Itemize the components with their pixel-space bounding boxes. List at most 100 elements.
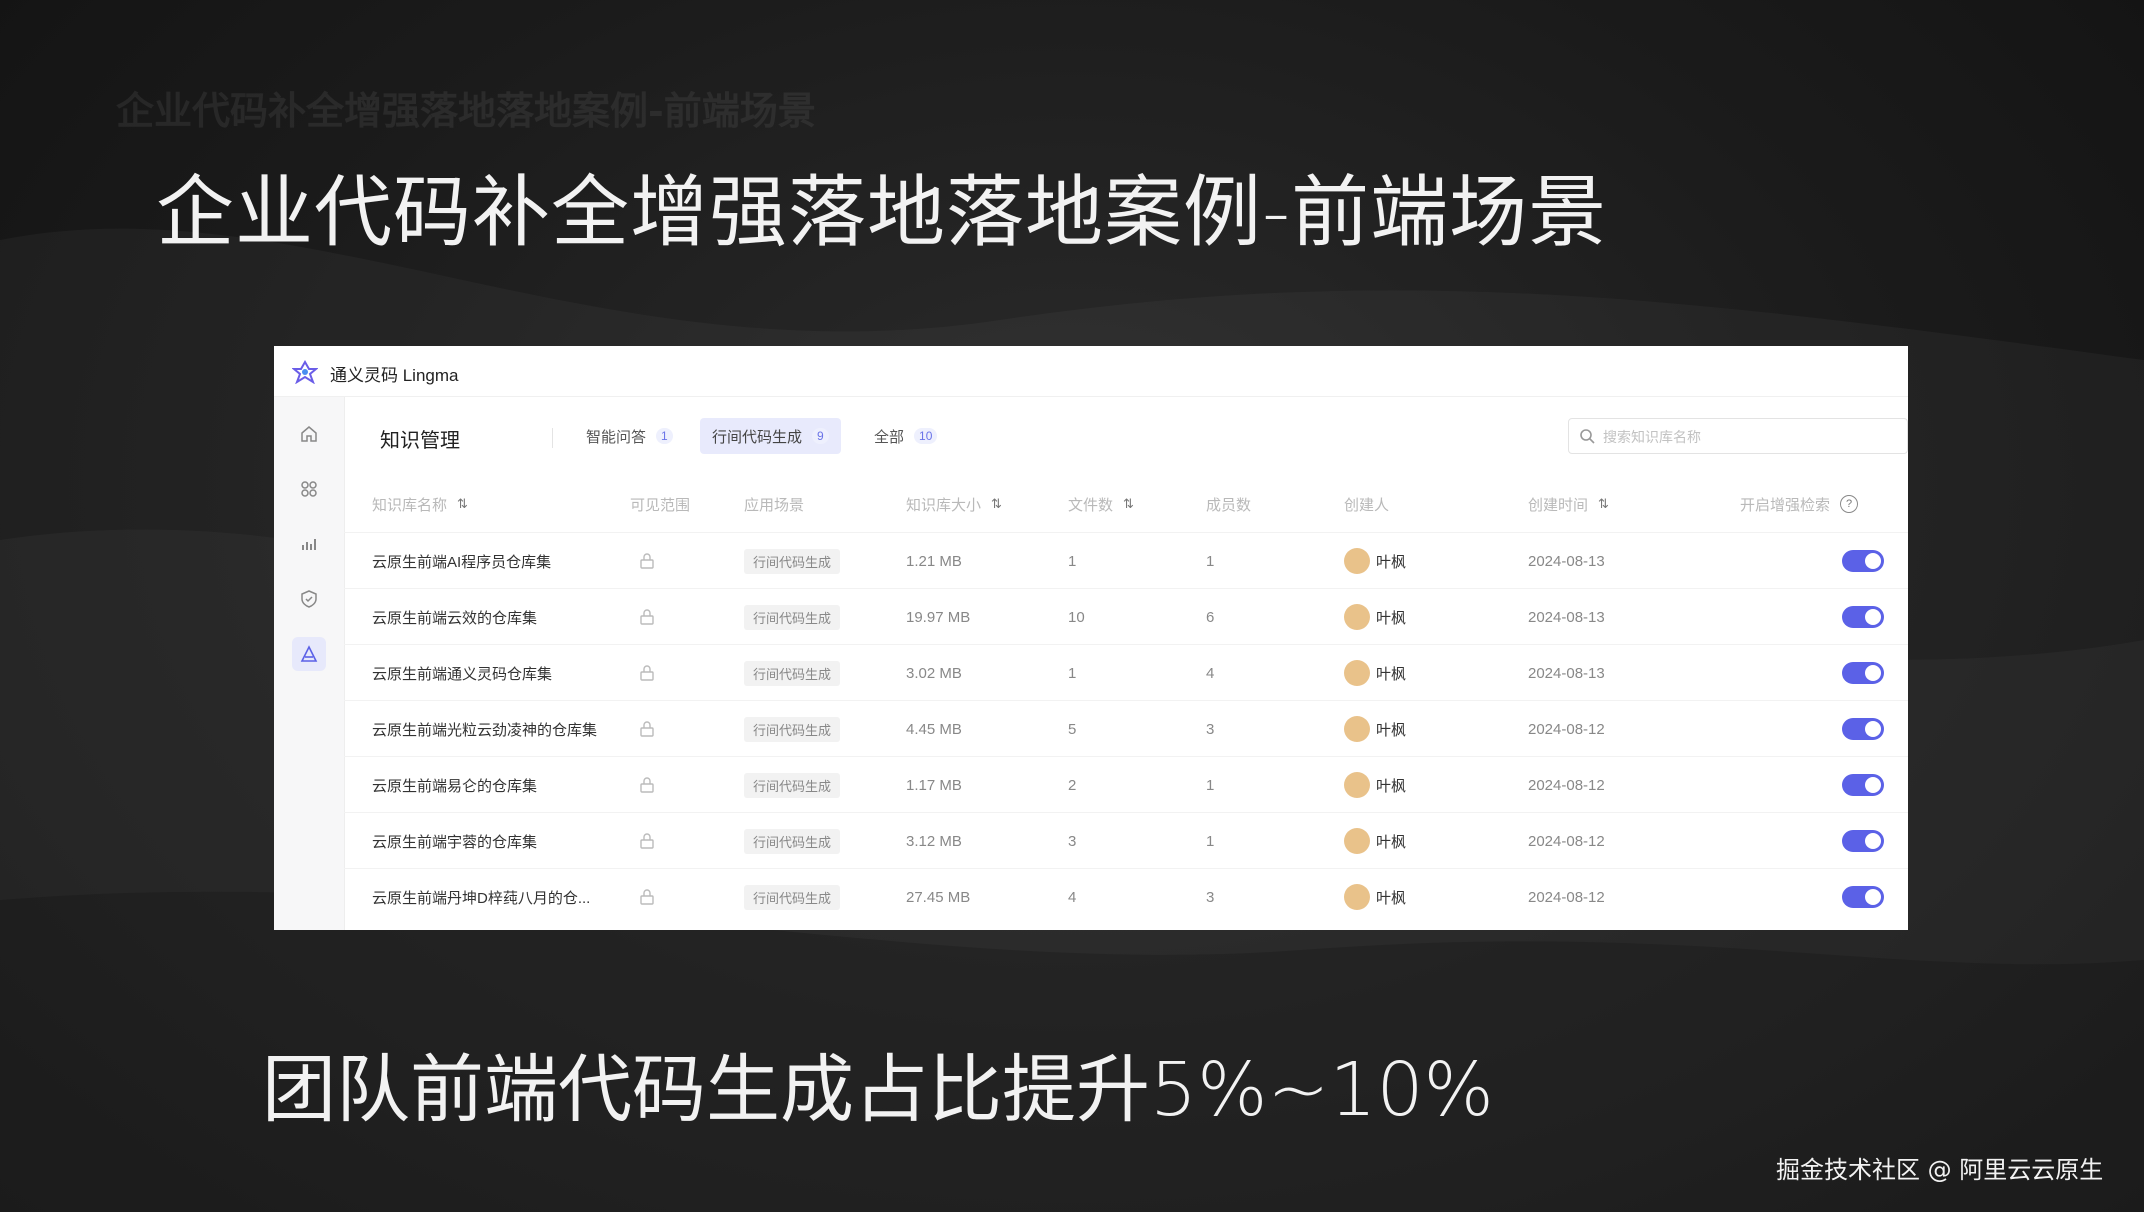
th-date[interactable]: 创建时间 ⇅ — [1528, 476, 1609, 532]
enhanced-search-toggle[interactable] — [1842, 774, 1884, 796]
table-header: 知识库名称 ⇅ 可见范围 应用场景 知识库大小 ⇅ 文件数 ⇅ 成员数 创建人 创建时… — [344, 476, 1908, 532]
lock-icon — [638, 813, 656, 869]
row-scene: 行间代码生成 — [744, 757, 841, 813]
app-name: 通义灵码 Lingma — [330, 366, 459, 385]
table-row[interactable]: 云原生前端通义灵码仓库集 行间代码生成 3.02 MB 1 4 叶枫 2024-… — [344, 644, 1908, 701]
row-creator: 叶枫 — [1344, 533, 1406, 589]
lingma-app-screenshot: 通义灵码 Lingma 知识管理 智能问答 1 行间代码生成 9 全部 10 搜… — [274, 346, 1908, 930]
lock-icon — [638, 869, 656, 925]
row-name[interactable]: 云原生前端易仑的仓库集 — [372, 757, 537, 813]
enhanced-search-toggle[interactable] — [1842, 830, 1884, 852]
enhanced-search-toggle[interactable] — [1842, 718, 1884, 740]
home-icon — [301, 426, 317, 442]
sidebar — [274, 397, 345, 930]
row-size: 3.02 MB — [906, 664, 962, 682]
help-icon[interactable]: ? — [1840, 495, 1859, 513]
avatar — [1344, 716, 1370, 742]
tab-label: 行间代码生成 — [712, 428, 803, 446]
section-title: 知识管理 — [380, 430, 460, 452]
th-enhanced-search: 开启增强检索? — [1740, 476, 1859, 532]
tab-count: 10 — [914, 428, 938, 444]
sidebar-knowledge[interactable] — [292, 637, 326, 671]
row-toggle-cell — [1842, 757, 1884, 813]
row-scene: 行间代码生成 — [744, 813, 841, 869]
th-members: 成员数 — [1206, 496, 1252, 514]
table-row[interactable]: 云原生前端云效的仓库集 行间代码生成 19.97 MB 10 6 叶枫 2024… — [344, 588, 1908, 645]
row-files: 1 — [1068, 552, 1077, 570]
lingma-logo-icon — [292, 360, 318, 384]
row-files: 2 — [1068, 776, 1077, 794]
row-date: 2024-08-12 — [1528, 832, 1605, 850]
row-scene: 行间代码生成 — [744, 869, 841, 925]
row-members: 4 — [1206, 664, 1215, 682]
enhanced-search-toggle[interactable] — [1842, 550, 1884, 572]
row-size: 4.45 MB — [906, 720, 962, 738]
table-row[interactable]: 云原生前端易仑的仓库集 行间代码生成 1.17 MB 2 1 叶枫 2024-0… — [344, 756, 1908, 813]
tab-count: 9 — [812, 428, 829, 444]
tab-label: 全部 — [874, 428, 905, 446]
search-input[interactable] — [1601, 425, 1901, 449]
th-name[interactable]: 知识库名称 ⇅ — [372, 476, 468, 532]
row-scene: 行间代码生成 — [744, 645, 841, 701]
shield-icon — [301, 590, 317, 608]
row-date: 2024-08-13 — [1528, 608, 1605, 626]
lock-icon — [638, 701, 656, 757]
avatar — [1344, 884, 1370, 910]
row-toggle-cell — [1842, 813, 1884, 869]
header-divider — [552, 428, 553, 448]
sidebar-home[interactable] — [292, 417, 326, 451]
row-toggle-cell — [1842, 701, 1884, 757]
row-date: 2024-08-13 — [1528, 664, 1605, 682]
row-toggle-cell — [1842, 533, 1884, 589]
ghost-title: 企业代码补全增强落地落地案例-前端场景 — [116, 88, 816, 133]
row-size: 27.45 MB — [906, 888, 971, 906]
search-box[interactable] — [1568, 418, 1908, 454]
sort-icon: ⇅ — [991, 496, 1002, 511]
row-name[interactable]: 云原生前端宇蓉的仓库集 — [372, 813, 537, 869]
row-members: 3 — [1206, 720, 1215, 738]
th-size[interactable]: 知识库大小 ⇅ — [906, 476, 1002, 532]
row-members: 1 — [1206, 552, 1215, 570]
row-date: 2024-08-12 — [1528, 720, 1605, 738]
lock-icon — [638, 589, 656, 645]
tab-inline-codegen[interactable]: 行间代码生成 9 — [700, 418, 841, 454]
row-files: 3 — [1068, 832, 1077, 850]
row-name[interactable]: 云原生前端云效的仓库集 — [372, 589, 537, 645]
table-row[interactable]: 云原生前端宇蓉的仓库集 行间代码生成 3.12 MB 3 1 叶枫 2024-0… — [344, 812, 1908, 869]
row-name[interactable]: 云原生前端光粒云劲凌神的仓库集 — [372, 701, 597, 757]
row-toggle-cell — [1842, 589, 1884, 645]
table-row[interactable]: 云原生前端丹坤D梓莼八月的仓... 行间代码生成 27.45 MB 4 3 叶枫… — [344, 868, 1908, 925]
th-creator: 创建人 — [1344, 496, 1390, 514]
lock-icon — [638, 757, 656, 813]
row-size: 1.17 MB — [906, 776, 962, 794]
row-creator: 叶枫 — [1344, 757, 1406, 813]
enhanced-search-toggle[interactable] — [1842, 662, 1884, 684]
sidebar-security[interactable] — [292, 582, 326, 616]
sidebar-stats[interactable] — [292, 527, 326, 561]
enhanced-search-toggle[interactable] — [1842, 606, 1884, 628]
search-icon — [1580, 429, 1595, 444]
lock-icon — [638, 533, 656, 589]
row-toggle-cell — [1842, 645, 1884, 701]
row-name[interactable]: 云原生前端通义灵码仓库集 — [372, 645, 552, 701]
sidebar-apps[interactable] — [292, 472, 326, 506]
tab-all[interactable]: 全部 10 — [862, 418, 949, 454]
row-scene: 行间代码生成 — [744, 701, 841, 757]
tab-qa[interactable]: 智能问答 1 — [574, 418, 685, 454]
row-toggle-cell — [1842, 869, 1884, 925]
sort-icon: ⇅ — [1123, 496, 1134, 511]
table-row[interactable]: 云原生前端AI程序员仓库集 行间代码生成 1.21 MB 1 1 叶枫 2024… — [344, 532, 1908, 589]
row-files: 4 — [1068, 888, 1077, 906]
th-files[interactable]: 文件数 ⇅ — [1068, 476, 1134, 532]
apps-icon — [301, 481, 317, 497]
sort-icon: ⇅ — [457, 496, 468, 511]
row-date: 2024-08-12 — [1528, 776, 1605, 794]
row-name[interactable]: 云原生前端AI程序员仓库集 — [372, 533, 551, 589]
enhanced-search-toggle[interactable] — [1842, 886, 1884, 908]
row-creator: 叶枫 — [1344, 589, 1406, 645]
avatar — [1344, 660, 1370, 686]
row-name[interactable]: 云原生前端丹坤D梓莼八月的仓... — [372, 869, 590, 925]
row-creator: 叶枫 — [1344, 813, 1406, 869]
table-row[interactable]: 云原生前端光粒云劲凌神的仓库集 行间代码生成 4.45 MB 5 3 叶枫 20… — [344, 700, 1908, 757]
avatar — [1344, 772, 1370, 798]
